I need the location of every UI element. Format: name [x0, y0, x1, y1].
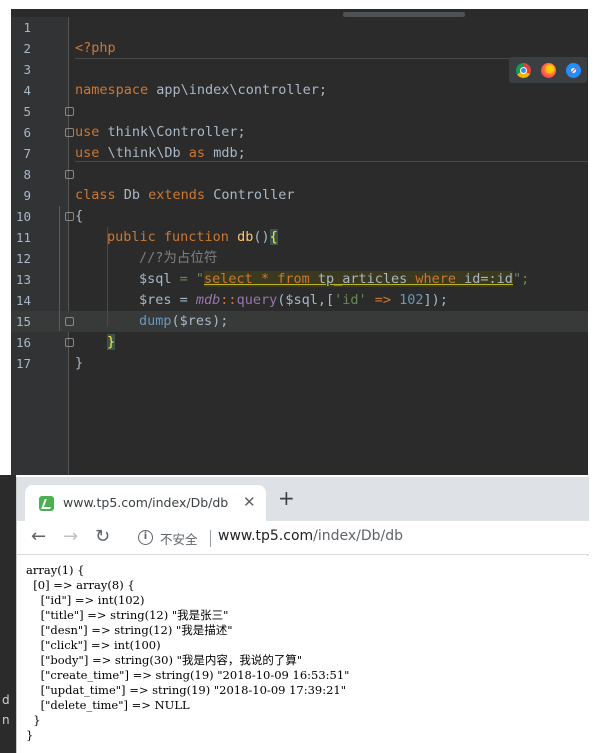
php-open-tag: <?php — [75, 40, 116, 56]
address-separator — [210, 530, 211, 547]
dump-output-line: ["body"] => string(30) "我是内容，我说的了算" — [26, 653, 303, 667]
address-bar[interactable]: www.tp5.com/index/Db/db — [218, 528, 403, 544]
alias: mdb; — [205, 145, 246, 161]
chrome-icon[interactable] — [516, 63, 531, 78]
keyword: namespace — [75, 82, 149, 98]
code-line[interactable]: } — [11, 332, 588, 371]
forward-button[interactable]: → — [63, 526, 78, 547]
dump-output-line: ["updat_time"] => string(19) "2018-10-09… — [26, 683, 347, 697]
brace: } — [75, 355, 84, 371]
favicon-icon — [39, 496, 54, 511]
edge-text: n — [2, 713, 10, 727]
browser-toolbar: ← → ↻ i 不安全 www.tp5.com/index/Db/db — [17, 521, 589, 555]
keyword: as — [188, 145, 206, 161]
edge-text: d — [2, 693, 10, 707]
dump-output-line: ["id"] => int(102) — [26, 593, 145, 607]
dump-output-line: } — [26, 713, 41, 727]
code-line[interactable]: { — [11, 185, 588, 224]
code-line[interactable]: <?php — [11, 17, 588, 56]
code-line[interactable]: //?为占位符 — [11, 227, 588, 266]
dump-output-line: ["desn"] => string(12) "我是描述" — [26, 623, 233, 637]
close-tab-icon[interactable]: ✕ — [243, 493, 256, 511]
back-button[interactable]: ← — [31, 526, 46, 547]
code-line[interactable]: use think\Controller; — [11, 101, 588, 140]
dump-output-line: [0] => array(8) { — [26, 578, 135, 592]
browser-quick-open-bar — [509, 57, 587, 83]
keyword: use — [75, 145, 100, 161]
dump-output-line: ["create_time"] => string(19) "2018-10-0… — [26, 668, 350, 682]
url-host: www.tp5.com — [218, 528, 314, 544]
url-path: /index/Db/db — [313, 528, 404, 544]
reload-button[interactable]: ↻ — [95, 526, 110, 547]
background-window-edge: d n — [0, 475, 16, 753]
firefox-icon[interactable] — [541, 63, 556, 78]
dump-output-line: } — [26, 728, 34, 742]
code-line[interactable]: class Db extends Controller — [11, 164, 588, 203]
dump-output-line: ["title"] => string(12) "我是张三" — [26, 608, 229, 622]
editor-frame: 1 2 3 4 5 6 7 8 9 10 11 12 13 14 15 16 1… — [11, 9, 588, 475]
code-line[interactable]: $res = mdb::query($sql,['id' => 102]); — [11, 269, 588, 308]
page-content: array(1) { [0] => array(8) { ["id"] => i… — [17, 556, 589, 753]
code-line[interactable]: public function db(){ — [11, 206, 588, 245]
insecure-label[interactable]: 不安全 — [160, 529, 198, 548]
code-line[interactable]: namespace app\index\controller; — [11, 59, 588, 98]
editor-top-bar — [11, 9, 588, 17]
new-tab-button[interactable]: + — [278, 486, 295, 510]
code-line[interactable]: $sql = "select * from tp_articles where … — [11, 248, 588, 287]
dump-output-line: ["click"] => int(100) — [26, 638, 161, 652]
code-line[interactable]: use \think\Db as mdb; — [11, 122, 588, 161]
namespace-path: app\index\controller; — [148, 82, 327, 98]
safari-icon[interactable] — [566, 63, 581, 78]
code-editor: 1 2 3 4 5 6 7 8 9 10 11 12 13 14 15 16 1… — [0, 0, 599, 475]
browser-tab[interactable]: www.tp5.com/index/Db/db ✕ — [25, 485, 266, 521]
use-path: \think\Db — [99, 145, 189, 161]
code-line[interactable]: dump($res); — [11, 290, 588, 329]
code-line[interactable]: } — [11, 311, 588, 350]
browser-window: www.tp5.com/index/Db/db ✕ + ← → ↻ i 不安全 … — [16, 477, 589, 753]
tab-strip: www.tp5.com/index/Db/db ✕ + — [17, 477, 589, 521]
info-icon[interactable]: i — [138, 530, 153, 545]
tab-title: www.tp5.com/index/Db/db — [63, 495, 229, 510]
dump-output-line: array(1) { — [26, 563, 85, 577]
dump-output-line: ["delete_time"] => NULL — [26, 698, 190, 712]
